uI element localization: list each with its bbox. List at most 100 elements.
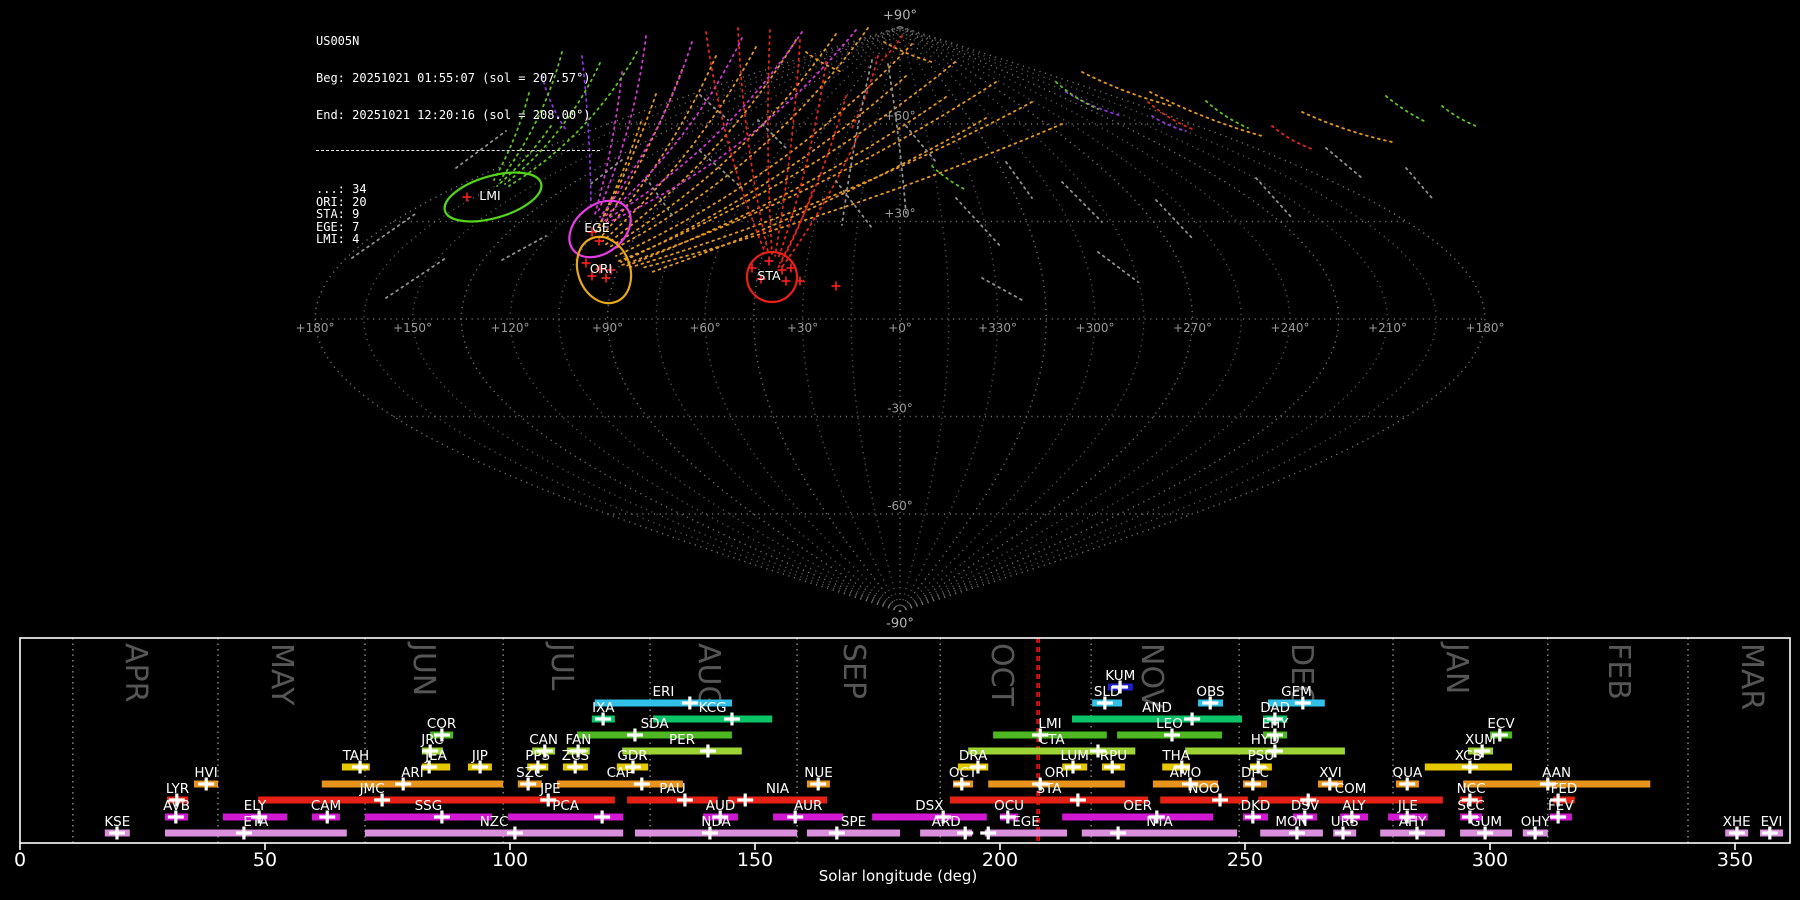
meteor-trail	[600, 55, 717, 238]
meteor-trail	[981, 277, 1023, 301]
month-label: JUL	[544, 641, 579, 691]
south-pole-label: -90°	[886, 617, 914, 632]
shower-label: FAN	[565, 732, 591, 748]
shower-bar	[1160, 796, 1248, 804]
shower-bar	[872, 813, 987, 821]
shower-label: PSU	[1248, 748, 1275, 764]
longitude-label: +0°	[888, 321, 912, 335]
axis-tick-label: 50	[253, 849, 277, 871]
shower-label: PCA	[552, 798, 580, 814]
shower-label: COR	[427, 716, 456, 732]
longitude-label: +150°	[393, 321, 432, 335]
shower-label: DAD	[1260, 700, 1290, 716]
meteor-trail	[1055, 81, 1099, 110]
meridian-line	[899, 25, 1389, 613]
meteor-trail	[1301, 111, 1393, 143]
shower-label: GDR	[617, 748, 647, 764]
peak-marker	[1184, 712, 1201, 726]
meteor-trail	[781, 135, 859, 268]
shower-bar	[950, 796, 1148, 804]
meteor-trail	[1271, 125, 1313, 150]
shower-label: XCB	[1455, 748, 1482, 764]
longitude-label: +330°	[978, 321, 1017, 335]
shower-bar	[365, 829, 624, 837]
meteor-trail	[881, 35, 903, 61]
month-label: MAR	[1734, 643, 1769, 710]
shower-label: AUR	[794, 798, 823, 814]
shower-label: AAN	[1542, 765, 1571, 781]
meteor-trail	[757, 119, 789, 151]
shower-label: LMI	[1038, 716, 1061, 732]
shower-bar	[984, 829, 1068, 837]
radiant-marker	[831, 281, 841, 291]
station-info-block: US005N Beg: 20251021 01:55:07 (sol = 207…	[316, 10, 600, 270]
count-line: ...: 34	[316, 182, 367, 197]
month-label: JUN	[406, 641, 441, 696]
shower-label: SDA	[641, 716, 670, 732]
peak-marker	[1110, 826, 1127, 840]
axis-tick-label: 200	[982, 849, 1018, 871]
shower-label: DRA	[959, 748, 988, 764]
count-line: LMI: 4	[316, 231, 360, 246]
shower-label: TAH	[342, 748, 370, 764]
latitude-label: -30°	[887, 402, 913, 416]
shower-label: MON	[1275, 814, 1307, 830]
shower-label: NTA	[1146, 814, 1173, 830]
shower-label: OCT	[949, 765, 978, 781]
meteor-trail	[1155, 199, 1193, 239]
shower-label: ECV	[1487, 716, 1515, 732]
shower-label: EGE	[1012, 814, 1040, 830]
shower-label: XUM	[1465, 732, 1496, 748]
meteor-trail	[1065, 91, 1123, 117]
shower-bar	[365, 813, 492, 821]
radiant-label: STA	[757, 268, 781, 283]
shower-label: OCU	[994, 798, 1024, 814]
meridian-line	[606, 25, 901, 613]
axis-tick-label: 100	[492, 849, 528, 871]
shower-label: CAN	[529, 732, 558, 748]
session-end: End: 20251021 12:20:16 (sol = 208.00°)	[316, 108, 591, 123]
shower-label: PAU	[659, 781, 685, 797]
shower-label: AUD	[706, 798, 736, 814]
meteor-station-summary-screen: { "station": { "id": "US005N", "beg_line…	[0, 0, 1800, 900]
peak-marker	[594, 810, 611, 824]
meteor-trail	[615, 43, 913, 257]
meteor-trail	[1081, 71, 1173, 107]
shower-bar	[653, 715, 773, 723]
longitude-label: +90°	[592, 321, 623, 335]
meteor-trail	[627, 101, 1033, 269]
shower-bar	[1081, 829, 1238, 837]
latitude-label: +60°	[884, 109, 915, 123]
shower-label: XHE	[1723, 814, 1751, 830]
shower-bar	[806, 829, 900, 837]
shower-label: SPE	[841, 814, 866, 830]
shower-label: JEA	[424, 748, 448, 764]
meridian-line	[899, 26, 1048, 612]
shower-label: GUM	[1470, 814, 1502, 830]
shower-label: SCC	[1457, 798, 1484, 814]
shower-label: DPC	[1241, 765, 1269, 781]
longitude-label: +240°	[1271, 321, 1310, 335]
meteor-trail	[1255, 177, 1293, 219]
shower-label: OBS	[1196, 684, 1224, 700]
activity-timeline-panel: APR MAY JUN JUL AUG SEP OCT NOV DEC JAN FEB MARKUME…	[14, 637, 1791, 871]
shower-label: SLD	[1094, 684, 1121, 700]
shower-label: AVB	[163, 798, 190, 814]
meridian-line	[899, 25, 1096, 613]
shower-label: SSG	[415, 798, 443, 814]
shower-label: EVI	[1761, 814, 1783, 830]
station-id: US005N	[316, 33, 360, 48]
shower-label: LEO	[1156, 716, 1183, 732]
count-line: STA: 9	[316, 207, 360, 222]
month-label: JAN	[1439, 641, 1474, 694]
longitude-label: +180°	[1466, 321, 1505, 335]
month-label: FEB	[1601, 643, 1636, 700]
shower-label: SZC	[516, 765, 543, 781]
month-label: AUG	[691, 643, 726, 709]
shower-label: EHY	[1262, 716, 1290, 732]
session-begin: Beg: 20251021 01:55:07 (sol = 207.57°)	[316, 71, 591, 86]
longitude-label: +30°	[787, 321, 818, 335]
shower-label: QUA	[1393, 765, 1424, 781]
shower-label: PPS	[525, 748, 550, 764]
station-counts: ...: 34 ORI: 20 STA: 9 EGE: 7 LMI: 4	[316, 183, 600, 245]
